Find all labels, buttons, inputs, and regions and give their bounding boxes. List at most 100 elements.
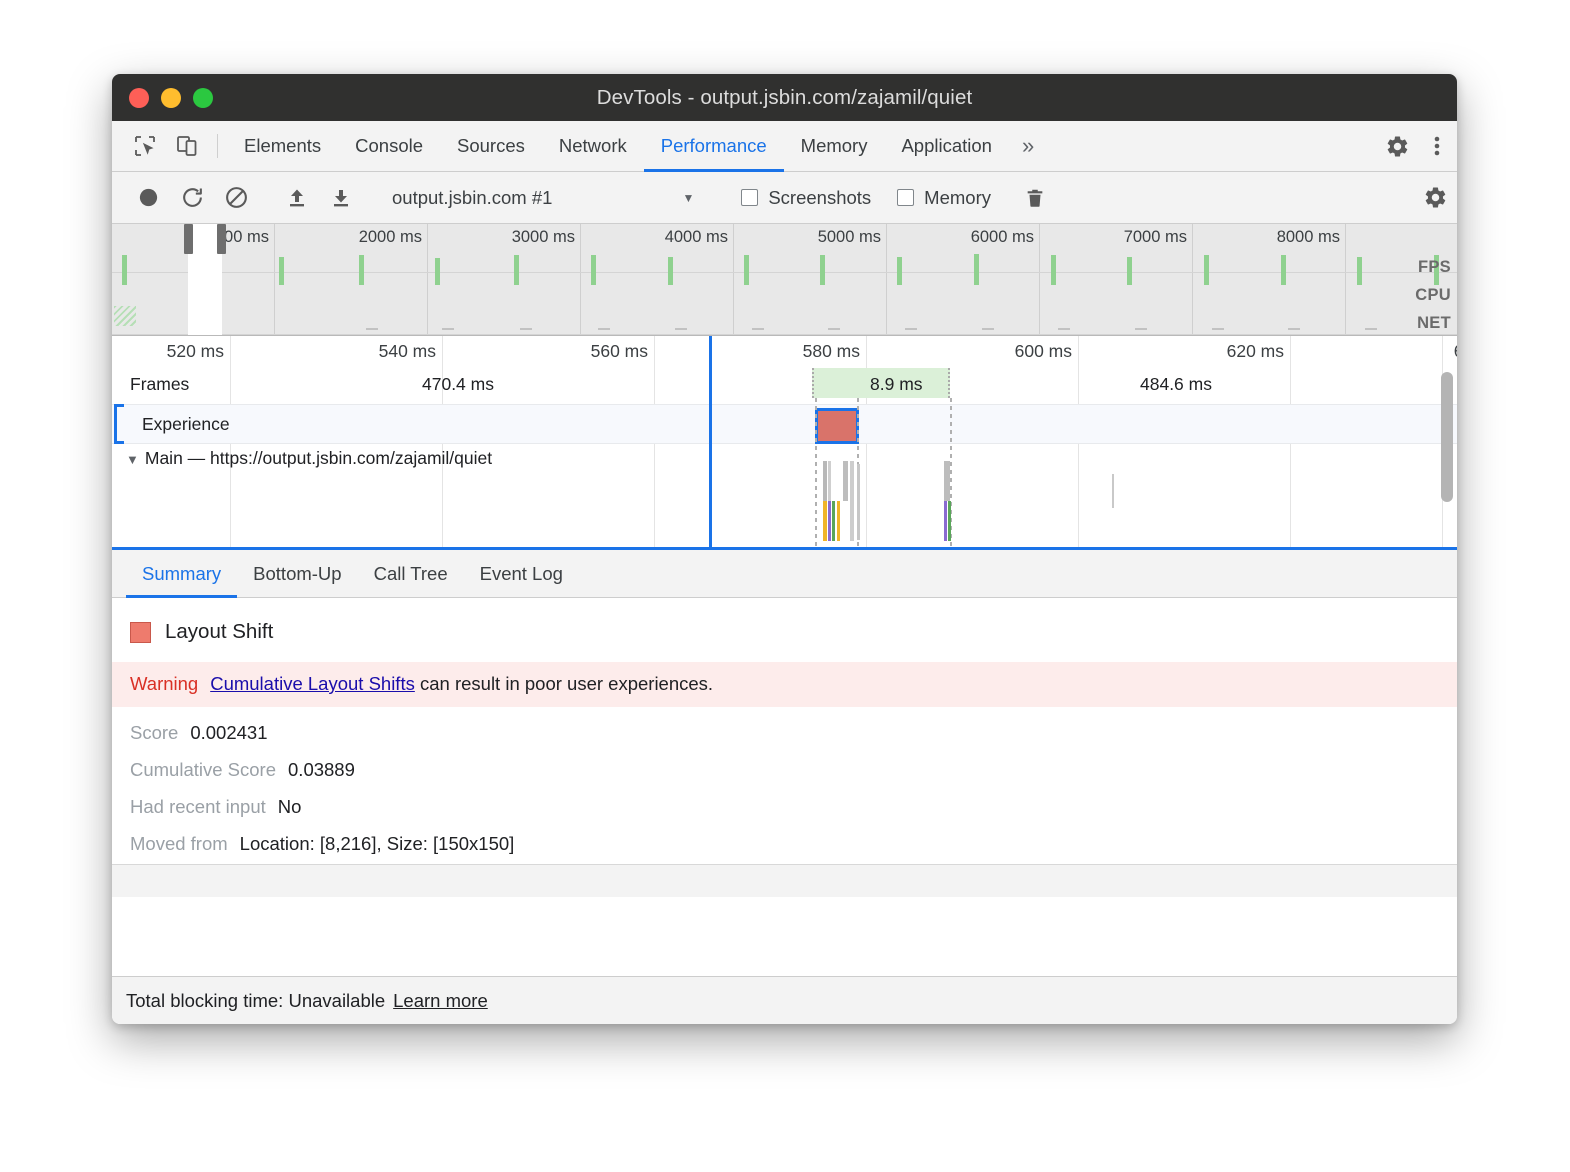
checkbox-box (897, 189, 914, 206)
row-value: No (278, 796, 302, 818)
tab-application[interactable]: Application (884, 121, 1009, 171)
tabstrip-actions (1364, 121, 1457, 171)
cumulative-layout-shifts-link[interactable]: Cumulative Layout Shifts (210, 673, 415, 694)
tab-label: Sources (457, 135, 525, 157)
overview-tick: 6000 ms (1039, 224, 1040, 336)
summary-row-cumulative-score: Cumulative Score 0.03889 (112, 744, 1457, 781)
profile-name: output.jsbin.com #1 (392, 187, 552, 209)
overview-tick: 8000 ms (1345, 224, 1346, 336)
row-key: Score (130, 722, 178, 744)
selection-handle-left[interactable] (184, 224, 193, 254)
devtools-tabstrip: Elements Console Sources Network Perform… (112, 121, 1457, 172)
tab-label: Application (901, 135, 992, 157)
layout-shift-marker[interactable] (815, 408, 859, 444)
window-controls (129, 88, 213, 108)
maximize-button[interactable] (193, 88, 213, 108)
tab-performance[interactable]: Performance (644, 121, 784, 171)
network-marker (598, 328, 610, 330)
memory-checkbox[interactable]: Memory (897, 187, 991, 209)
screenshot-root: DevTools - output.jsbin.com/zajamil/quie… (0, 0, 1570, 1172)
overview-lane-label-fps: FPS (1418, 258, 1451, 277)
track-tick-label: 580 ms (803, 341, 860, 362)
overview-tick: 7000 ms (1192, 224, 1193, 336)
reload-and-record-icon[interactable] (170, 176, 214, 220)
kebab-menu-icon[interactable] (1417, 126, 1457, 166)
summary-row-moved-from: Moved from Location: [8,216], Size: [150… (112, 818, 1457, 855)
learn-more-link[interactable]: Learn more (393, 990, 488, 1012)
flame-bar[interactable] (944, 461, 950, 501)
overview-tick-label: 5000 ms (818, 228, 881, 247)
tab-event-log[interactable]: Event Log (464, 550, 579, 597)
minimize-button[interactable] (161, 88, 181, 108)
summary-row-had-recent-input: Had recent input No (112, 781, 1457, 818)
device-toolbar-icon[interactable] (166, 121, 208, 171)
main-expander-icon[interactable]: ▼ (126, 452, 139, 467)
fps-bar (122, 255, 127, 285)
flame-bar[interactable] (823, 461, 827, 501)
flame-bar[interactable] (828, 501, 831, 541)
save-profile-icon[interactable] (319, 176, 363, 220)
frame-duration: 8.9 ms (870, 374, 923, 395)
flame-bar[interactable] (948, 501, 951, 541)
trash-icon[interactable] (1013, 176, 1057, 220)
summary-footer-band (112, 865, 1457, 897)
clear-icon[interactable] (214, 176, 258, 220)
panel-tabs: Elements Console Sources Network Perform… (227, 121, 1047, 171)
close-button[interactable] (129, 88, 149, 108)
screenshots-label: Screenshots (768, 187, 871, 209)
network-marker (828, 328, 840, 330)
tab-elements[interactable]: Elements (227, 121, 338, 171)
flame-bar[interactable] (944, 501, 947, 541)
more-tabs-icon[interactable]: » (1009, 121, 1047, 171)
flame-bar[interactable] (823, 501, 827, 541)
tab-label: Call Tree (374, 563, 448, 585)
tab-bottom-up[interactable]: Bottom-Up (237, 550, 357, 597)
overview-lane-label-net: NET (1417, 314, 1451, 333)
track-tick-label: 560 ms (591, 341, 648, 362)
track-experience[interactable] (112, 404, 1457, 444)
profile-select[interactable]: output.jsbin.com #1 ▼ (392, 187, 694, 209)
selection-boundary-line[interactable] (709, 336, 712, 547)
tab-label: Console (355, 135, 423, 157)
total-blocking-time-text: Total blocking time: Unavailable (126, 990, 385, 1012)
overview-lane-divider (112, 334, 1457, 335)
flame-bar[interactable] (1112, 474, 1114, 508)
tab-summary[interactable]: Summary (126, 550, 237, 597)
network-marker (1135, 328, 1147, 330)
timeline-tracks[interactable]: 520 ms 540 ms 560 ms 580 ms 600 ms 620 m… (112, 336, 1457, 550)
selection-handle-right[interactable] (217, 224, 226, 254)
overview-tick-label: 4000 ms (665, 228, 728, 247)
tab-sources[interactable]: Sources (440, 121, 542, 171)
track-expand-bracket[interactable] (114, 404, 124, 444)
row-value: Location: [8,216], Size: [150x150] (240, 833, 515, 855)
inspect-element-icon[interactable] (124, 121, 166, 171)
timeline-overview[interactable]: 1000 ms 2000 ms 3000 ms 4000 ms 5000 ms … (112, 224, 1457, 336)
gear-icon[interactable] (1377, 126, 1417, 166)
overview-selection-window[interactable] (188, 224, 222, 335)
flame-bar[interactable] (850, 461, 854, 541)
status-bar: Total blocking time: Unavailable Learn m… (112, 976, 1457, 1024)
tab-network[interactable]: Network (542, 121, 644, 171)
flame-bar[interactable] (843, 461, 848, 501)
tab-label: Bottom-Up (253, 563, 341, 585)
flame-bar[interactable] (837, 501, 840, 541)
screenshots-checkbox[interactable]: Screenshots (741, 187, 871, 209)
load-profile-icon[interactable] (275, 176, 319, 220)
fps-bar (1127, 257, 1132, 285)
overview-tick-label: 8000 ms (1277, 228, 1340, 247)
tracks-scrollbar[interactable] (1441, 372, 1453, 502)
event-guide (815, 398, 817, 548)
tab-memory[interactable]: Memory (784, 121, 885, 171)
tab-console[interactable]: Console (338, 121, 440, 171)
capture-settings-gear-icon[interactable] (1413, 176, 1457, 220)
devtools-window: DevTools - output.jsbin.com/zajamil/quie… (112, 74, 1457, 1024)
tab-call-tree[interactable]: Call Tree (358, 550, 464, 597)
record-icon[interactable] (126, 176, 170, 220)
fps-bar (820, 255, 825, 285)
performance-toolbar: output.jsbin.com #1 ▼ Screenshots Memory (112, 172, 1457, 224)
flame-bar[interactable] (857, 464, 860, 540)
row-value: 0.03889 (288, 759, 355, 781)
flame-bar[interactable] (832, 501, 835, 541)
flame-bar[interactable] (828, 461, 831, 501)
track-label-main[interactable]: ▼Main — https://output.jsbin.com/zajamil… (126, 448, 492, 469)
